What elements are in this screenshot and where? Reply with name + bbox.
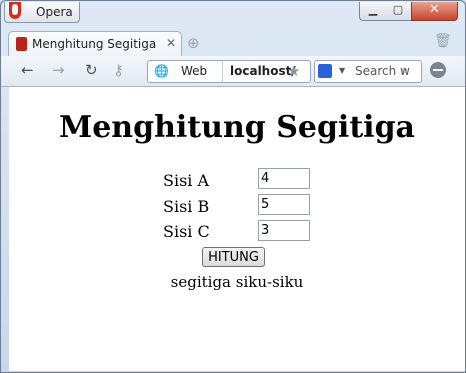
address-divider <box>222 61 223 82</box>
close-window-button[interactable]: ✕ <box>411 2 458 21</box>
trash-icon[interactable]: 🗑 <box>434 33 452 49</box>
new-tab-icon[interactable]: ⊕ <box>187 34 200 52</box>
minimize-icon: ▁ <box>368 3 378 16</box>
page-title: Menghitung Segitiga <box>59 110 415 145</box>
search-box[interactable]: ▼ Search w ⌕ <box>314 60 422 83</box>
sisi-b-input[interactable] <box>258 194 310 215</box>
opera-menu-label: Opera <box>36 5 73 19</box>
sisi-c-label: Sisi C <box>163 222 210 241</box>
google-icon[interactable] <box>318 64 332 78</box>
tab-strip: Menghitung Segitiga ✕ ⊕ 🗑 <box>1 29 465 57</box>
close-icon: ✕ <box>429 2 440 17</box>
tab-title: Menghitung Segitiga <box>32 37 157 51</box>
globe-icon: 🌐 <box>154 64 169 78</box>
address-bar[interactable]: 🌐 Web localhost/ ★ <box>147 60 311 83</box>
tab-close-icon[interactable]: ✕ <box>166 36 176 50</box>
search-icon[interactable]: ⌕ <box>401 63 408 78</box>
sisi-b-label: Sisi B <box>163 197 210 216</box>
back-icon[interactable]: ← <box>21 61 34 79</box>
address-scheme-label: Web <box>181 64 208 78</box>
star-icon[interactable]: ★ <box>287 62 300 80</box>
reload-icon[interactable]: ↻ <box>85 61 98 79</box>
minimize-button[interactable]: ▁ <box>359 2 387 21</box>
hitung-button[interactable]: HITUNG <box>202 247 265 267</box>
address-url[interactable]: localhost/ <box>230 64 296 78</box>
no-entry-icon[interactable] <box>430 62 446 78</box>
sisi-a-label: Sisi A <box>163 171 210 190</box>
maximize-icon: ▢ <box>392 3 404 16</box>
result-text: segitiga siku-siku <box>170 273 304 291</box>
opera-logo-icon <box>9 2 21 19</box>
chevron-down-icon[interactable]: ▼ <box>339 66 345 75</box>
key-icon[interactable]: ⚷ <box>113 61 124 79</box>
page-content: Menghitung Segitiga Sisi A Sisi B Sisi C… <box>9 87 465 371</box>
sisi-c-input[interactable] <box>258 220 310 241</box>
tab-menghitung-segitiga[interactable]: Menghitung Segitiga ✕ <box>8 31 182 57</box>
navigation-toolbar: ← → ↻ ⚷ 🌐 Web localhost/ ★ ▼ Search w ⌕ <box>1 56 465 87</box>
opera-menu-button[interactable]: Opera <box>4 2 80 23</box>
forward-icon[interactable]: → <box>52 61 65 79</box>
browser-window: Opera ▁ ▢ ✕ Menghitung Segitiga ✕ ⊕ 🗑 ← … <box>0 0 466 373</box>
sisi-a-input[interactable] <box>258 168 310 189</box>
page-favicon-icon <box>16 37 27 51</box>
maximize-button[interactable]: ▢ <box>385 2 412 21</box>
